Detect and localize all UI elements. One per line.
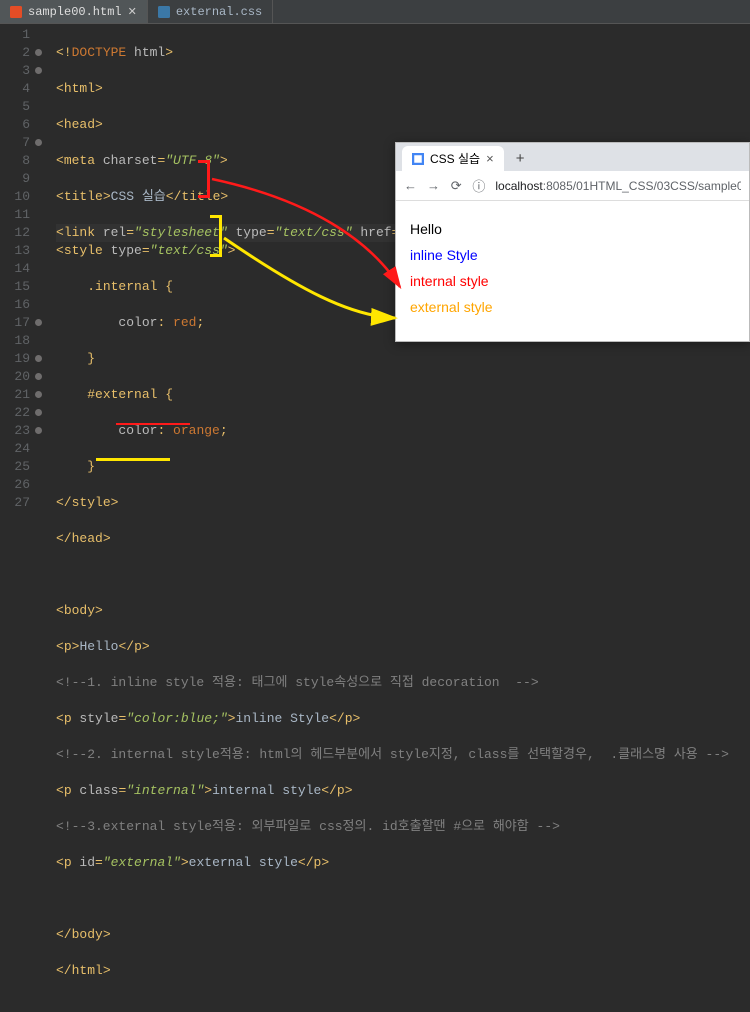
browser-tab[interactable]: CSS 실습 × <box>402 146 504 171</box>
site-info-icon[interactable]: ⓘ <box>472 176 485 195</box>
close-icon[interactable]: ✕ <box>128 5 137 19</box>
rendered-hello: Hello <box>410 221 735 237</box>
line-gutter: 1234567891011121314151617181920212223242… <box>0 26 36 1012</box>
html-file-icon <box>10 6 22 18</box>
close-icon[interactable]: × <box>486 151 494 166</box>
red-bracket-annotation <box>198 160 210 198</box>
browser-preview: CSS 실습 × + ← → ⟳ ⓘ localhost:8085/01HTML… <box>395 142 750 342</box>
forward-icon[interactable]: → <box>427 178 440 193</box>
comment-external: <!--3.external style적용: 외부파일로 css정의. id호… <box>56 819 560 834</box>
rendered-inline: inline Style <box>410 247 735 263</box>
editor-tab-bar: sample00.html ✕ external.css <box>0 0 750 24</box>
browser-toolbar: ← → ⟳ ⓘ localhost:8085/01HTML_CSS/03CSS/… <box>396 171 749 201</box>
tab-sample00[interactable]: sample00.html ✕ <box>0 0 148 23</box>
css-file-icon <box>158 6 170 18</box>
yellow-underline-external <box>96 458 170 461</box>
red-underline-internal <box>116 423 190 425</box>
tab-external-css[interactable]: external.css <box>148 0 273 23</box>
back-icon[interactable]: ← <box>404 178 417 193</box>
comment-inline: <!--1. inline style 적용: 태그에 style속성으로 직접… <box>56 675 539 690</box>
favicon-icon <box>412 153 424 165</box>
rendered-external: external style <box>410 299 735 315</box>
tab-label: external.css <box>176 5 262 19</box>
comment-internal: <!--2. internal style적용: html의 헤드부분에서 st… <box>56 747 729 762</box>
browser-tabstrip: CSS 실습 × + <box>396 143 749 171</box>
reload-icon[interactable]: ⟳ <box>450 178 462 194</box>
yellow-bracket-annotation <box>210 215 222 257</box>
rendered-internal: internal style <box>410 273 735 289</box>
browser-tab-title: CSS 실습 <box>430 150 480 167</box>
address-bar[interactable]: localhost:8085/01HTML_CSS/03CSS/sample00… <box>495 179 741 193</box>
browser-viewport: Hello inline Style internal style extern… <box>396 201 749 335</box>
new-tab-button[interactable]: + <box>508 146 533 171</box>
tab-label: sample00.html <box>28 5 122 19</box>
